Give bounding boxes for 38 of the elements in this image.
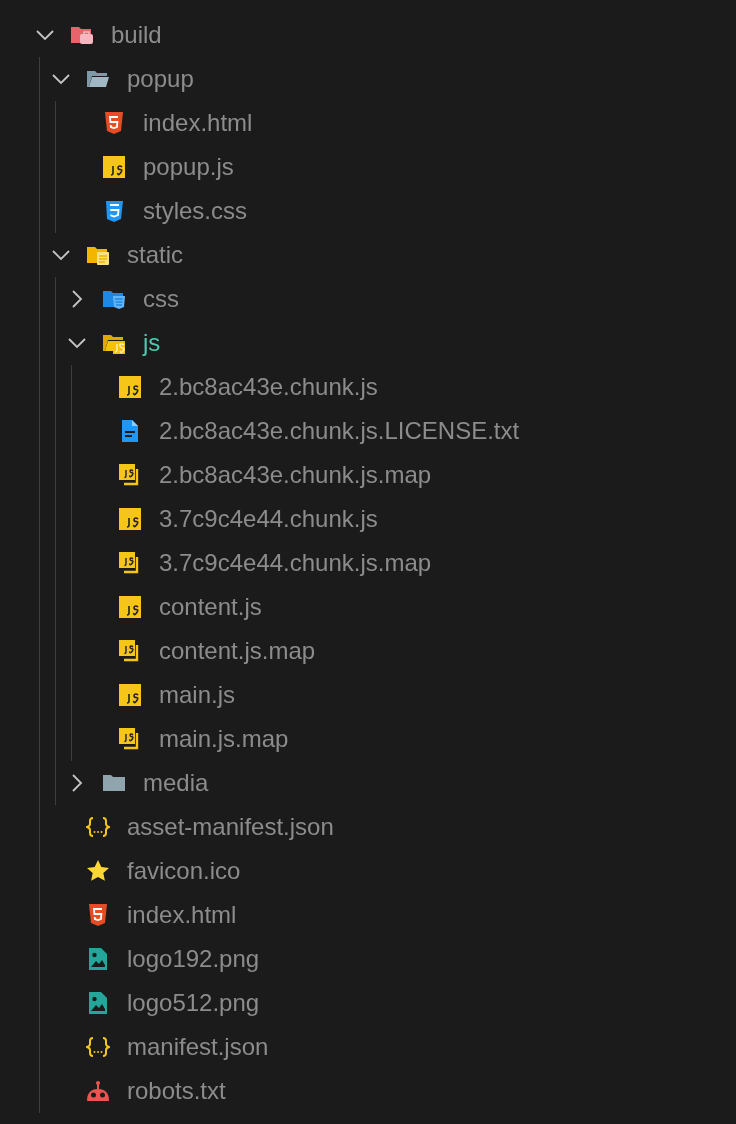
html-file-icon [102, 111, 126, 135]
file-name[interactable]: 3.7c9c4e44.chunk.js [159, 507, 378, 531]
braces-icon [86, 1035, 110, 1059]
js-file-icon [118, 595, 142, 619]
file-name[interactable]: index.html [127, 903, 237, 927]
file-name[interactable]: 2.bc8ac43e.chunk.js.map [159, 463, 432, 487]
folder-name[interactable]: media [143, 771, 209, 795]
js-file-icon [118, 507, 142, 531]
folder-name[interactable]: build [111, 23, 162, 47]
js-file-icon [102, 155, 126, 179]
image-file-icon [86, 947, 110, 971]
braces-icon [86, 815, 110, 839]
robot-icon [86, 1079, 110, 1103]
file-name[interactable]: 2.bc8ac43e.chunk.js.LICENSE.txt [159, 419, 520, 443]
file-name[interactable]: main.js.map [159, 727, 289, 751]
file-name[interactable]: content.js [159, 595, 262, 619]
file-name[interactable]: favicon.ico [127, 859, 241, 883]
file-name[interactable]: main.js [159, 683, 236, 707]
js-file-icon [118, 683, 142, 707]
file-name[interactable]: index.html [143, 111, 253, 135]
folder-name[interactable]: js [143, 331, 161, 355]
file-name[interactable]: logo512.png [127, 991, 260, 1015]
file-name[interactable]: robots.txt [127, 1079, 226, 1103]
file-name[interactable]: popup.js [143, 155, 234, 179]
file-name[interactable]: styles.css [143, 199, 247, 223]
file-name[interactable]: logo192.png [127, 947, 260, 971]
file-name[interactable]: 3.7c9c4e44.chunk.js.map [159, 551, 432, 575]
file-name[interactable]: 2.bc8ac43e.chunk.js [159, 375, 378, 399]
js-file-icon [118, 375, 142, 399]
file-name[interactable]: asset-manifest.json [127, 815, 334, 839]
folder-name[interactable]: static [127, 243, 183, 267]
folder-name[interactable]: popup [127, 67, 194, 91]
file-name[interactable]: manifest.json [127, 1035, 269, 1059]
image-file-icon [86, 991, 110, 1015]
html-file-icon [86, 903, 110, 927]
star-icon [86, 859, 110, 883]
file-name[interactable]: content.js.map [159, 639, 316, 663]
folder-name[interactable]: css [143, 287, 179, 311]
